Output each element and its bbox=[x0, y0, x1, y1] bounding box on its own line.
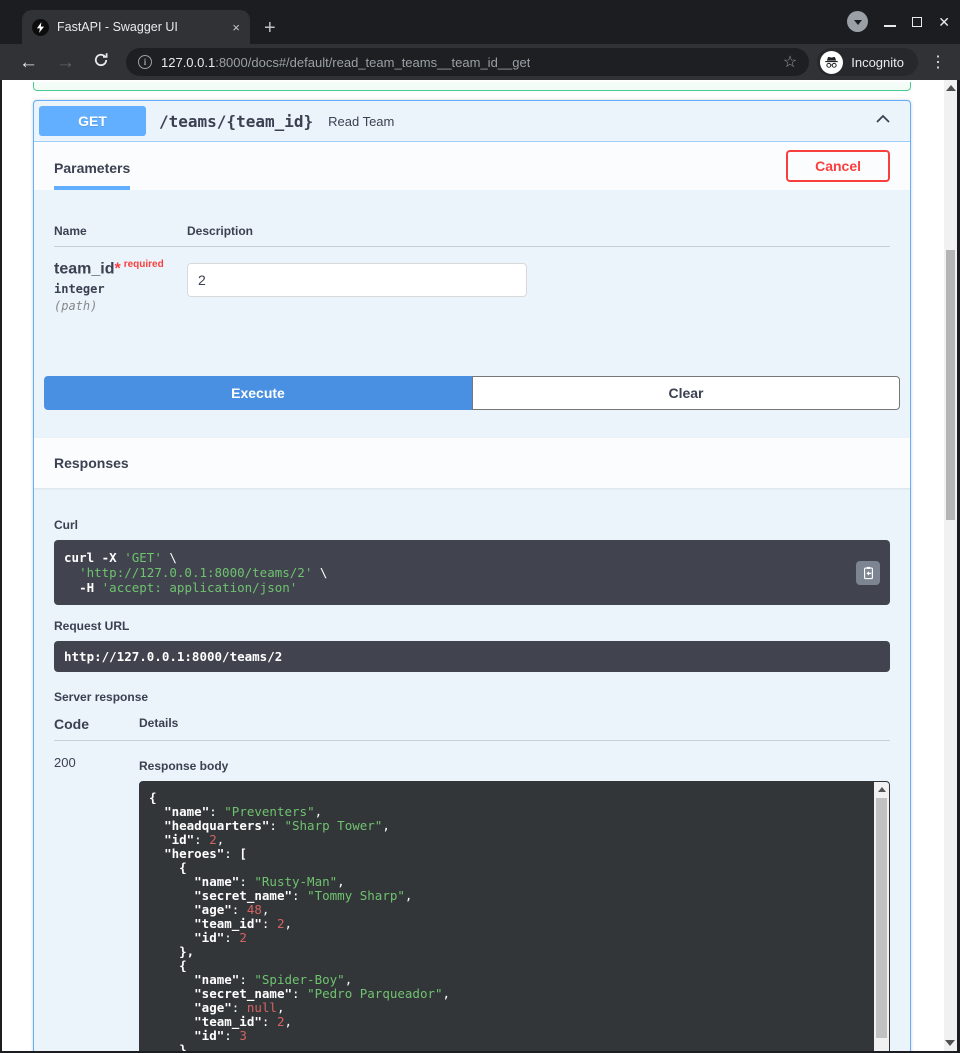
response-body-json: { "name": "Preventers", "headquarters": … bbox=[139, 781, 890, 1053]
column-details: Details bbox=[139, 716, 178, 732]
required-label: required bbox=[124, 259, 164, 270]
tab-search-icon[interactable] bbox=[847, 11, 868, 32]
responses-section-header: Responses bbox=[34, 438, 910, 488]
incognito-icon bbox=[820, 51, 843, 74]
incognito-label: Incognito bbox=[851, 55, 904, 70]
server-response-table-header: Code Details bbox=[54, 716, 890, 741]
previous-endpoint-block-edge[interactable] bbox=[33, 82, 911, 91]
browser-menu-icon[interactable]: ⋮ bbox=[930, 52, 946, 72]
forward-icon[interactable]: → bbox=[56, 53, 75, 72]
request-url-label: Request URL bbox=[54, 619, 890, 633]
response-body-label: Response body bbox=[139, 759, 890, 773]
window-edge bbox=[0, 80, 2, 1053]
responses-heading: Responses bbox=[54, 455, 129, 471]
endpoint-summary-text: Read Team bbox=[328, 114, 394, 129]
maximize-button[interactable] bbox=[912, 17, 922, 27]
close-window-button[interactable]: ✕ bbox=[938, 15, 950, 29]
tab-strip: FastAPI - Swagger UI × + ✕ bbox=[0, 0, 960, 44]
browser-tab[interactable]: FastAPI - Swagger UI × bbox=[22, 10, 250, 44]
request-url-value: http://127.0.0.1:8000/teams/2 bbox=[54, 641, 890, 672]
column-description: Description bbox=[187, 224, 253, 238]
minimize-button[interactable] bbox=[884, 25, 896, 27]
parameters-header-row: Parameters Cancel bbox=[34, 142, 910, 190]
endpoint-summary[interactable]: GET /teams/{team_id} Read Team bbox=[34, 101, 910, 142]
execute-button[interactable]: Execute bbox=[44, 376, 472, 410]
page-scroll-thumb[interactable] bbox=[946, 250, 955, 520]
parameter-row: team_id*required integer (path) bbox=[54, 247, 890, 313]
tab-close-icon[interactable]: × bbox=[232, 20, 240, 35]
method-badge: GET bbox=[39, 106, 146, 136]
collapse-chevron-icon[interactable] bbox=[873, 109, 893, 134]
cancel-button[interactable]: Cancel bbox=[786, 150, 890, 182]
site-info-icon[interactable]: i bbox=[138, 55, 152, 69]
back-icon[interactable]: ← bbox=[19, 53, 38, 72]
parameters-table-header: Name Description bbox=[54, 190, 890, 247]
required-star: * bbox=[114, 260, 120, 277]
page-scrollbar[interactable] bbox=[944, 80, 957, 1051]
browser-toolbar: ← → i 127.0.0.1:8000/docs#/default/read_… bbox=[0, 44, 960, 80]
get-endpoint-block: GET /teams/{team_id} Read Team Parameter… bbox=[33, 100, 911, 1053]
execute-row: Execute Clear bbox=[44, 376, 900, 410]
browser-window: FastAPI - Swagger UI × + ✕ ← → i 127.0.0… bbox=[0, 0, 960, 1053]
bookmark-star-icon[interactable]: ☆ bbox=[783, 52, 797, 72]
server-response-label: Server response bbox=[54, 690, 890, 704]
parameter-name: team_id*required bbox=[54, 259, 187, 278]
status-code: 200 bbox=[54, 755, 139, 1053]
page-scroll-down-icon[interactable] bbox=[945, 1040, 955, 1046]
swagger-page: GET /teams/{team_id} Read Team Parameter… bbox=[0, 80, 944, 1053]
address-bar[interactable]: i 127.0.0.1:8000/docs#/default/read_team… bbox=[126, 48, 809, 76]
incognito-badge: Incognito bbox=[817, 48, 918, 76]
column-code: Code bbox=[54, 716, 139, 732]
clear-button[interactable]: Clear bbox=[472, 376, 900, 410]
tab-title: FastAPI - Swagger UI bbox=[57, 20, 226, 34]
tab-parameters[interactable]: Parameters bbox=[54, 160, 130, 190]
curl-command: curl -X 'GET' \ 'http://127.0.0.1:8000/t… bbox=[54, 540, 890, 605]
endpoint-path: /teams/{team_id} bbox=[159, 112, 313, 131]
url-text: 127.0.0.1:8000/docs#/default/read_team_t… bbox=[161, 55, 530, 70]
parameter-location: (path) bbox=[54, 299, 187, 313]
server-response-row: 200 Response body { "name": "Preventers"… bbox=[54, 741, 890, 1053]
curl-label: Curl bbox=[54, 518, 890, 532]
response-body-scroll-thumb[interactable] bbox=[876, 798, 887, 1038]
scroll-up-icon[interactable] bbox=[878, 787, 886, 792]
page-scroll-up-icon[interactable] bbox=[946, 85, 956, 91]
new-tab-button[interactable]: + bbox=[264, 18, 276, 38]
fastapi-favicon-icon bbox=[32, 19, 49, 36]
responses-content: Curl curl -X 'GET' \ 'http://127.0.0.1:8… bbox=[34, 488, 910, 1053]
team-id-input[interactable] bbox=[187, 263, 527, 297]
parameter-type: integer bbox=[54, 282, 187, 296]
column-name: Name bbox=[54, 224, 187, 238]
reload-icon[interactable] bbox=[93, 52, 109, 72]
copy-to-clipboard-button[interactable] bbox=[856, 561, 880, 585]
response-body-scrollbar[interactable] bbox=[874, 782, 889, 1053]
